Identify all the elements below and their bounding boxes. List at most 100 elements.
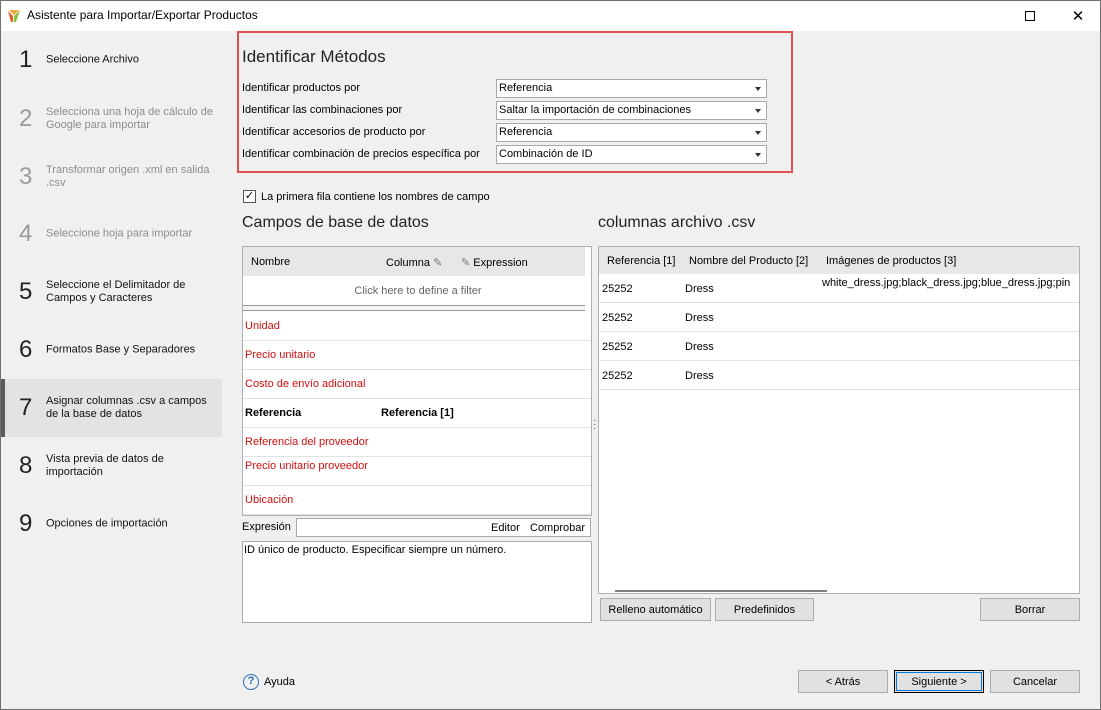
table-cell: white_dress.jpg;black_dress.jpg;blue_dre… bbox=[822, 277, 1071, 289]
step-number: 6 bbox=[19, 336, 33, 363]
csv-columns-title: columnas archivo .csv bbox=[598, 214, 756, 231]
wizard-window: Asistente para Importar/Exportar Product… bbox=[0, 0, 1101, 710]
identify-accessories-select[interactable]: Referencia bbox=[496, 123, 767, 142]
table-row[interactable]: Ubicación bbox=[243, 486, 591, 515]
table-cell: Dress bbox=[685, 341, 714, 353]
cancel-button[interactable]: Cancelar bbox=[990, 670, 1080, 693]
table-row[interactable]: 25252 Dress bbox=[599, 332, 1079, 361]
table-row[interactable]: Unidad bbox=[243, 312, 591, 341]
step-label: Transformar origen .xml en salida .csv bbox=[46, 164, 210, 189]
table-cell: 25252 bbox=[602, 370, 633, 382]
step-label: Asignar columnas .csv a campos de la bas… bbox=[46, 395, 207, 420]
field-description: ID único de producto. Especificar siempr… bbox=[242, 541, 592, 623]
table-row[interactable]: 25252 Dress bbox=[599, 361, 1079, 390]
help-icon[interactable]: ? bbox=[243, 674, 259, 690]
table-cell: Dress bbox=[685, 283, 714, 295]
step-label: Opciones de importación bbox=[46, 517, 168, 530]
next-button[interactable]: Siguiente > bbox=[894, 670, 984, 693]
identify-combinations-select[interactable]: Saltar la importación de combinaciones bbox=[496, 101, 767, 120]
table-row[interactable]: Precio unitario bbox=[243, 341, 591, 370]
header-columna[interactable]: Columna ✎ bbox=[386, 256, 442, 269]
field-name: Precio unitario bbox=[245, 349, 316, 361]
chevron-down-icon bbox=[755, 153, 761, 157]
select-value: Referencia bbox=[499, 126, 553, 138]
csv-header-col3[interactable]: Imágenes de productos [3] bbox=[826, 255, 956, 267]
header-nombre[interactable]: Nombre bbox=[251, 256, 290, 268]
table-row[interactable]: Referencia del proveedor bbox=[243, 428, 591, 457]
step-number: 3 bbox=[19, 163, 33, 190]
field-name: Ubicación bbox=[245, 494, 294, 506]
table-cell: 25252 bbox=[602, 312, 633, 324]
step-number: 2 bbox=[19, 105, 33, 132]
identify-combinations-label: Identificar las combinaciones por bbox=[242, 104, 403, 116]
step-number: 5 bbox=[19, 278, 33, 305]
csv-columns-grid: Referencia [1] Nombre del Producto [2] I… bbox=[598, 246, 1080, 594]
table-row[interactable]: 25252 Dress bbox=[599, 303, 1079, 332]
maximize-button[interactable] bbox=[1007, 1, 1053, 31]
select-value: Referencia bbox=[499, 82, 553, 94]
table-cell: 25252 bbox=[602, 341, 633, 353]
table-cell: Dress bbox=[685, 312, 714, 324]
step-label: Seleccione hoja para importar bbox=[46, 227, 193, 240]
title-bar: Asistente para Importar/Exportar Product… bbox=[1, 1, 1100, 31]
step-label: Seleccione Archivo bbox=[46, 53, 139, 66]
horizontal-scrollbar[interactable] bbox=[615, 590, 827, 592]
header-expression[interactable]: ✎ Expression bbox=[461, 256, 528, 269]
table-row[interactable]: Costo de envío adicional bbox=[243, 370, 591, 399]
step-transform-xml: 3 Transformar origen .xml en salida .csv bbox=[1, 148, 222, 206]
select-value: Combinación de ID bbox=[499, 148, 593, 160]
first-row-headers-label[interactable]: La primera fila contiene los nombres de … bbox=[261, 191, 490, 203]
field-name: Precio unitario proveedor bbox=[245, 460, 368, 472]
close-button[interactable]: ✕ bbox=[1055, 1, 1101, 31]
field-column: Referencia [1] bbox=[381, 407, 454, 419]
table-row[interactable]: Precio unitario proveedor bbox=[243, 457, 591, 486]
field-name: Referencia bbox=[245, 407, 302, 419]
step-number: 7 bbox=[19, 394, 33, 421]
chevron-down-icon bbox=[755, 131, 761, 135]
expression-label: Expresión bbox=[242, 521, 291, 533]
table-row[interactable]: 25252 Dress white_dress.jpg;black_dress.… bbox=[599, 274, 1079, 303]
vertical-splitter[interactable]: · · · bbox=[593, 416, 596, 434]
table-cell: Dress bbox=[685, 370, 714, 382]
step-number: 1 bbox=[19, 46, 33, 73]
step-number: 8 bbox=[19, 452, 33, 479]
filter-row[interactable]: Click here to define a filter bbox=[243, 277, 591, 305]
db-fields-title: Campos de base de datos bbox=[242, 214, 429, 231]
back-button[interactable]: < Atrás bbox=[798, 670, 888, 693]
csv-header-col2[interactable]: Nombre del Producto [2] bbox=[689, 255, 808, 267]
checkmark-icon: ✓ bbox=[244, 190, 255, 202]
identify-specific-price-select[interactable]: Combinación de ID bbox=[496, 145, 767, 164]
first-row-headers-checkbox[interactable]: ✓ bbox=[243, 190, 256, 203]
step-number: 4 bbox=[19, 220, 33, 247]
step-preview[interactable]: 8 Vista previa de datos de importación bbox=[1, 437, 222, 495]
chevron-down-icon bbox=[755, 87, 761, 91]
autofill-button[interactable]: Relleno automático bbox=[600, 598, 711, 621]
maximize-icon bbox=[1025, 11, 1035, 21]
table-row[interactable]: Referencia Referencia [1] bbox=[243, 399, 591, 428]
step-import-options[interactable]: 9 Opciones de importación bbox=[1, 495, 222, 553]
identify-products-label: Identificar productos por bbox=[242, 82, 361, 94]
csv-header-col1[interactable]: Referencia [1] bbox=[607, 255, 675, 267]
field-name: Costo de envío adicional bbox=[245, 378, 366, 390]
csv-grid-header: Referencia [1] Nombre del Producto [2] I… bbox=[599, 247, 1079, 274]
help-link[interactable]: Ayuda bbox=[264, 676, 295, 688]
table-cell: 25252 bbox=[602, 283, 633, 295]
pencil-icon: ✎ bbox=[461, 257, 471, 269]
close-icon: ✕ bbox=[1071, 8, 1085, 25]
step-label: Seleccione el Delimitador de Campos y Ca… bbox=[46, 279, 186, 304]
identify-specific-price-label: Identificar combinación de precios espec… bbox=[242, 148, 480, 160]
step-label: Formatos Base y Separadores bbox=[46, 343, 196, 356]
step-assign-columns[interactable]: 7 Asignar columnas .csv a campos de la b… bbox=[1, 379, 222, 437]
check-link[interactable]: Comprobar bbox=[530, 522, 585, 534]
editor-link[interactable]: Editor bbox=[491, 522, 520, 534]
step-delimiter[interactable]: 5 Seleccione el Delimitador de Campos y … bbox=[1, 263, 222, 321]
wizard-steps-sidebar: 1 Seleccione Archivo 2 Selecciona una ho… bbox=[1, 31, 222, 709]
identify-methods-title: Identificar Métodos bbox=[242, 47, 386, 66]
header-expression-label: Expression bbox=[473, 257, 528, 269]
step-select-file[interactable]: 1 Seleccione Archivo bbox=[1, 31, 222, 89]
step-formats[interactable]: 6 Formatos Base y Separadores bbox=[1, 321, 222, 379]
db-fields-grid: Nombre Columna ✎ ✎ Expression Click here… bbox=[242, 246, 592, 516]
identify-products-select[interactable]: Referencia bbox=[496, 79, 767, 98]
delete-button[interactable]: Borrar bbox=[980, 598, 1080, 621]
predefined-button[interactable]: Predefinidos bbox=[715, 598, 814, 621]
